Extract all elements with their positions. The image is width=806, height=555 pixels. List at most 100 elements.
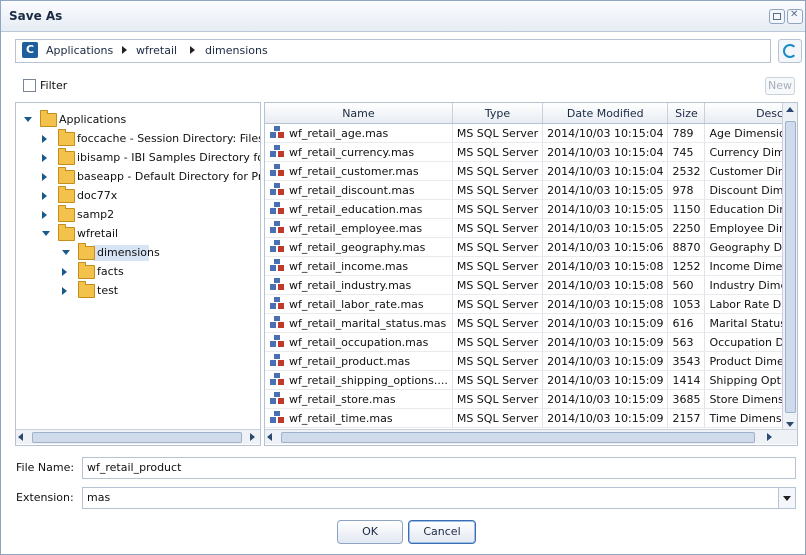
expand-right-icon[interactable] (62, 287, 67, 295)
scroll-right-icon[interactable] (250, 433, 255, 441)
column-header[interactable]: Name (265, 103, 453, 124)
expand-right-icon[interactable] (42, 135, 47, 143)
table-row[interactable]: wf_retail_education.mas MS SQL Server 2014… (265, 199, 797, 219)
table-row[interactable]: wf_retail_shipping_options.... MS SQL Ser… (265, 370, 797, 390)
tree-item-label: facts (97, 265, 124, 278)
table-row[interactable]: wf_retail_geography.mas MS SQL Server 2014… (265, 237, 797, 257)
file-name-label: File Name: (16, 461, 75, 474)
column-header[interactable]: Date Modified (542, 103, 669, 124)
ok-button[interactable]: OK (337, 520, 403, 544)
table-row[interactable]: wf_retail_employee.mas MS SQL Server 2014/… (265, 218, 797, 238)
table-row[interactable]: wf_retail_age.mas MS SQL Server 2014/10/03… (265, 123, 797, 143)
scroll-left-icon[interactable] (18, 433, 23, 441)
table-vertical-scrollbar[interactable] (782, 103, 797, 431)
folder-icon (78, 281, 95, 298)
table-row[interactable]: wf_retail_marital_status.mas MS SQL Serve… (265, 313, 797, 333)
close-icon[interactable] (787, 9, 803, 24)
table-row[interactable]: wf_retail_industry.mas MS SQL Server 2014/… (265, 275, 797, 295)
scroll-down-icon[interactable] (786, 422, 794, 427)
file-name-input[interactable] (87, 461, 767, 474)
file-table: NameTypeDate ModifiedSizeDescription wf_… (265, 103, 797, 428)
column-header[interactable]: Type (452, 103, 544, 124)
column-header[interactable]: Size (667, 103, 706, 124)
table-horizontal-scrollbar[interactable] (265, 429, 797, 444)
tree-item-label: samp2 (77, 208, 115, 221)
filter-checkbox[interactable] (23, 79, 36, 92)
table-cell: MS SQL Server (452, 332, 544, 352)
chevron-down-icon[interactable] (778, 488, 795, 508)
table-cell: wf_retail_geography.mas (265, 237, 453, 257)
folder-icon (58, 224, 75, 241)
table-cell: MS SQL Server (452, 370, 544, 390)
table-row[interactable]: wf_retail_discount.mas MS SQL Server 2014/… (265, 180, 797, 200)
table-cell: MS SQL Server (452, 218, 544, 238)
new-button[interactable]: New (765, 77, 795, 95)
table-row[interactable]: wf_retail_store.mas MS SQL Server 2014/10/… (265, 389, 797, 409)
dialog-title: Save As (9, 9, 63, 23)
table-cell: 2014/10/03 10:15:05 (542, 218, 669, 238)
table-row[interactable]: wf_retail_currency.mas MS SQL Server 2014/… (265, 142, 797, 162)
breadcrumb-separator-icon (190, 46, 195, 54)
breadcrumb-item[interactable]: Applications (46, 44, 113, 57)
expand-right-icon[interactable] (62, 268, 67, 276)
master-file-icon (270, 221, 284, 235)
table-cell: 563 (667, 332, 706, 352)
table-cell: wf_retail_currency.mas (265, 142, 453, 162)
expand-right-icon[interactable] (42, 211, 47, 219)
table-row[interactable]: wf_retail_occupation.mas MS SQL Server 201… (265, 332, 797, 352)
table-cell: 3685 (667, 389, 706, 409)
table-cell: 789 (667, 123, 706, 143)
tree-item-label: Applications (59, 113, 127, 126)
scroll-thumb[interactable] (785, 121, 796, 413)
scroll-thumb[interactable] (32, 432, 242, 443)
extension-select[interactable]: mas (82, 487, 796, 509)
folder-icon (78, 262, 95, 279)
expand-down-icon[interactable] (42, 231, 50, 236)
extension-value: mas (87, 491, 111, 504)
breadcrumb-item[interactable]: wfretail (136, 44, 177, 57)
master-file-icon (270, 411, 284, 425)
table-cell: MS SQL Server (452, 237, 544, 257)
expand-down-icon[interactable] (62, 250, 70, 255)
breadcrumb-item[interactable]: dimensions (205, 44, 268, 57)
refresh-button[interactable] (778, 39, 802, 63)
table-cell: wf_retail_education.mas (265, 199, 453, 219)
file-name: wf_retail_product.mas (289, 354, 411, 368)
folder-icon (78, 243, 95, 260)
table-cell: 2014/10/03 10:15:05 (542, 199, 669, 219)
tree-horizontal-scrollbar[interactable] (16, 429, 260, 444)
folder-icon (58, 186, 75, 203)
scroll-thumb[interactable] (281, 432, 755, 443)
scroll-right-icon[interactable] (767, 433, 772, 441)
file-name: wf_retail_occupation.mas (289, 335, 429, 349)
expand-right-icon[interactable] (42, 173, 47, 181)
table-row[interactable]: wf_retail_product.mas MS SQL Server 2014/1… (265, 351, 797, 371)
restore-icon[interactable] (769, 9, 785, 24)
table-row[interactable]: wf_retail_labor_rate.mas MS SQL Server 201… (265, 294, 797, 314)
table-cell: MS SQL Server (452, 180, 544, 200)
file-list: NameTypeDate ModifiedSizeDescription wf_… (264, 102, 798, 446)
table-cell: MS SQL Server (452, 161, 544, 181)
cancel-button[interactable]: Cancel (408, 520, 476, 544)
table-row[interactable]: wf_retail_income.mas MS SQL Server 2014/10… (265, 256, 797, 276)
table-row[interactable]: wf_retail_time.mas MS SQL Server 2014/10/0… (265, 408, 797, 428)
file-name-field[interactable] (82, 457, 796, 479)
title-bar[interactable]: Save As (1, 1, 805, 32)
table-cell: 2014/10/03 10:15:06 (542, 237, 669, 257)
table-cell: 2014/10/03 10:15:04 (542, 123, 669, 143)
table-cell: 2014/10/03 10:15:08 (542, 275, 669, 295)
filter-label: Filter (40, 79, 68, 92)
table-cell: 1414 (667, 370, 706, 390)
table-cell: MS SQL Server (452, 123, 544, 143)
file-name: wf_retail_marital_status.mas (289, 316, 447, 330)
scroll-up-icon[interactable] (786, 107, 794, 112)
table-cell: 2014/10/03 10:15:09 (542, 332, 669, 352)
table-cell: 978 (667, 180, 706, 200)
table-cell: 745 (667, 142, 706, 162)
table-row[interactable]: wf_retail_customer.mas MS SQL Server 2014/… (265, 161, 797, 181)
expand-right-icon[interactable] (42, 154, 47, 162)
expand-down-icon[interactable] (24, 117, 32, 122)
scroll-left-icon[interactable] (267, 433, 272, 441)
master-file-icon (270, 297, 284, 311)
expand-right-icon[interactable] (42, 192, 47, 200)
